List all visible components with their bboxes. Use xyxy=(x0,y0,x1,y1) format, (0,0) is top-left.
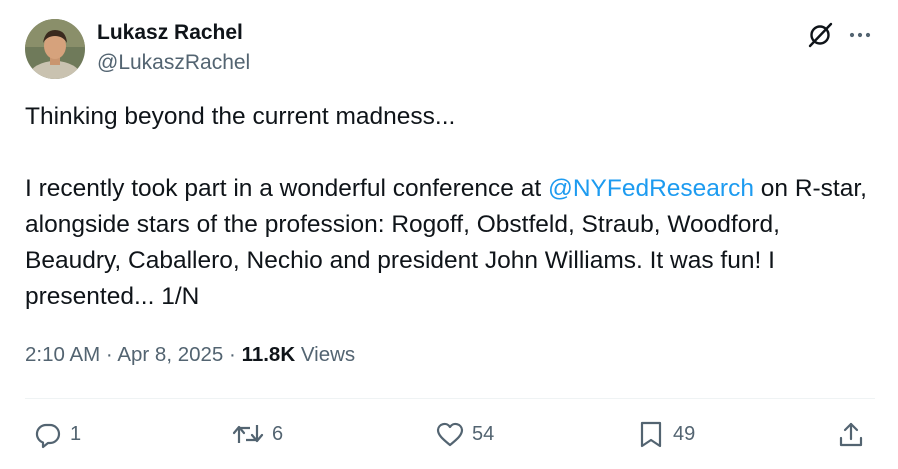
tweet-paragraph-2: I recently took part in a wonderful conf… xyxy=(25,171,875,315)
tweet-time[interactable]: 2:10 AM xyxy=(25,343,100,366)
heart-icon xyxy=(436,422,464,447)
tweet-text: Thinking beyond the current madness... I… xyxy=(25,99,875,315)
tweet-meta: 2:10 AM · Apr 8, 2025 · 11.8K Views xyxy=(25,343,355,367)
reply-count: 1 xyxy=(70,422,82,445)
views-label: Views xyxy=(300,343,356,366)
repost-count: 6 xyxy=(272,422,284,445)
bookmark-count: 49 xyxy=(673,422,696,445)
mention-link[interactable]: @NYFedResearch xyxy=(548,175,754,202)
author-name[interactable]: Lukasz Rachel xyxy=(97,21,243,45)
tweet-text-segment: I recently took part in a wonderful conf… xyxy=(25,175,548,202)
repost-button[interactable]: 6 xyxy=(231,418,283,450)
reply-button[interactable]: 1 xyxy=(33,418,81,450)
like-button[interactable]: 54 xyxy=(435,418,494,450)
tweet-line-1: Thinking beyond the current madness... xyxy=(25,103,456,130)
divider xyxy=(25,398,875,399)
reply-icon xyxy=(35,423,61,449)
views-count: 11.8K xyxy=(241,343,296,366)
grok-icon[interactable] xyxy=(806,21,834,49)
bookmark-icon xyxy=(640,421,662,448)
bookmark-button[interactable]: 49 xyxy=(636,418,695,450)
author-handle[interactable]: @LukaszRachel xyxy=(97,51,250,75)
meta-separator: · xyxy=(229,343,236,366)
meta-separator: · xyxy=(105,343,113,366)
share-icon xyxy=(839,422,863,447)
like-count: 54 xyxy=(472,422,495,445)
repost-icon xyxy=(232,425,264,443)
tweet-date[interactable]: Apr 8, 2025 xyxy=(117,343,223,366)
more-icon[interactable] xyxy=(846,21,874,49)
avatar[interactable] xyxy=(25,19,85,79)
share-button[interactable] xyxy=(836,418,866,450)
